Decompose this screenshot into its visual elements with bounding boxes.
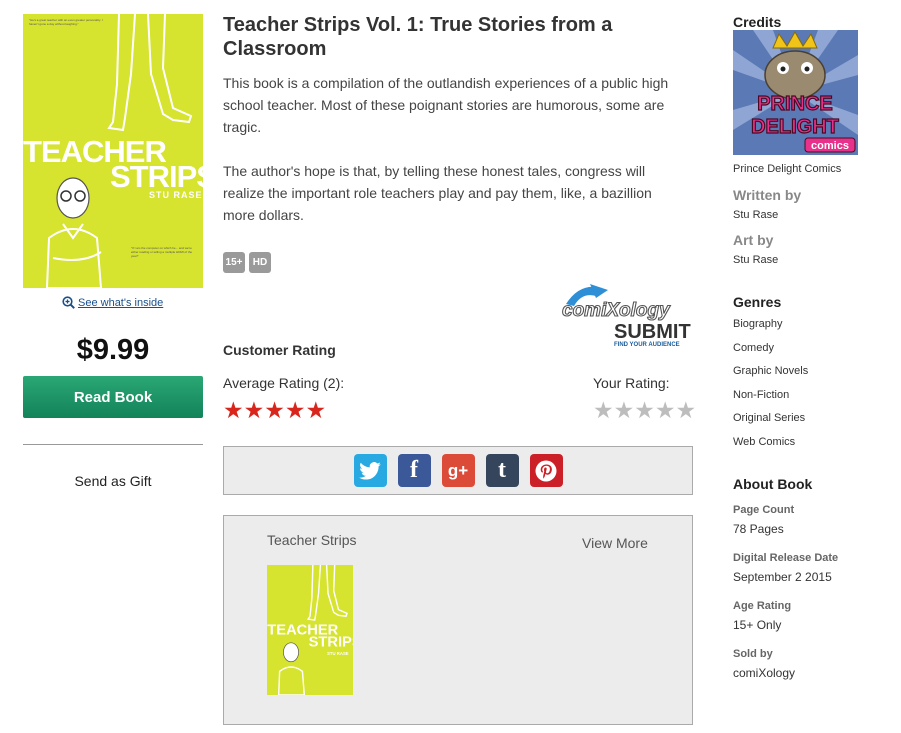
star-icon: ★ [284, 397, 306, 423]
genre-link[interactable]: Original Series [733, 412, 805, 424]
submit-tagline: FIND YOUR AUDIENCE [614, 342, 680, 348]
facebook-icon[interactable]: f [397, 454, 431, 487]
genres-heading: Genres [733, 294, 782, 310]
page-count-value: 78 Pages [733, 522, 784, 536]
view-more-link[interactable]: View More [582, 535, 648, 551]
written-by-label: Written by [733, 187, 802, 203]
cover-teacher-illustration [45, 177, 103, 288]
page-count-label: Page Count [733, 504, 795, 516]
cover-quote-bottom: "If I am the computer on which he... and… [131, 246, 193, 258]
book-description: This book is a compilation of the outlan… [223, 72, 683, 226]
google-plus-icon[interactable]: g+ [441, 454, 475, 487]
your-rating-label: Your Rating: [593, 375, 670, 391]
read-book-button[interactable]: Read Book [23, 376, 203, 418]
star-icon: ★ [243, 397, 265, 423]
badges: 15+ HD [223, 252, 271, 273]
see-whats-inside-label: See what's inside [78, 296, 164, 309]
star-icon: ★ [305, 397, 327, 423]
average-rating-label: Average Rating (2): [223, 375, 345, 391]
book-cover[interactable]: "He's a great teacher with an even great… [23, 14, 203, 288]
genre-link[interactable]: Comedy [733, 342, 774, 354]
hd-badge: HD [249, 252, 271, 273]
description-paragraph: This book is a compilation of the outlan… [223, 75, 669, 135]
genre-link[interactable]: Graphic Novels [733, 365, 808, 377]
genre-link[interactable]: Web Comics [733, 436, 795, 448]
series-name: Teacher Strips [267, 532, 357, 548]
star-icon[interactable]: ★ [655, 399, 676, 422]
star-icon[interactable]: ★ [593, 399, 614, 422]
price: $9.99 [76, 334, 150, 366]
pinterest-icon[interactable] [529, 454, 563, 487]
publisher-logo-line2: DELIGHT [751, 116, 839, 138]
artist-link[interactable]: Stu Rase [733, 254, 778, 266]
submit-wordmark: SUBMIT [614, 321, 691, 343]
genre-link[interactable]: Non-Fiction [733, 389, 789, 401]
divider [23, 444, 203, 445]
publisher-logo-line1: PRINCE [757, 93, 833, 115]
customer-rating-heading: Customer Rating [223, 342, 336, 358]
description-paragraph: The author's hope is that, by telling th… [223, 163, 652, 223]
thumbnail-cover-art: TEACHER STRIPS STU RASE [267, 565, 353, 695]
star-icon[interactable]: ★ [676, 399, 697, 422]
age-badge: 15+ [223, 252, 245, 273]
series-thumbnail[interactable]: TEACHER STRIPS STU RASE [267, 565, 353, 695]
publisher-logo-line3: comics [811, 140, 849, 152]
series-panel: Teacher Strips View More TEACHER STRIP S … [223, 515, 693, 725]
star-icon[interactable]: ★ [634, 399, 655, 422]
tumblr-icon[interactable]: t [485, 454, 519, 487]
book-title: Teacher Strips Vol. 1: True Stories from… [223, 14, 613, 60]
release-date-value: September 2 2015 [733, 570, 832, 584]
age-rating-value: 15+ Only [733, 618, 782, 632]
send-as-gift-link[interactable]: Send as Gift [23, 473, 203, 489]
thumbnail-title-line2: STRIPS [309, 635, 353, 651]
see-whats-inside-link[interactable]: See what's inside [62, 296, 163, 309]
genre-link[interactable]: Biography [733, 318, 783, 330]
thumbnail-author: STU RASE [327, 651, 349, 656]
release-date-label: Digital Release Date [733, 552, 839, 564]
cover-legs-illustration [107, 14, 193, 132]
star-icon: ★ [223, 397, 244, 423]
sold-by-label: Sold by [733, 648, 773, 660]
about-book-heading: About Book [733, 476, 813, 492]
twitter-icon[interactable] [353, 454, 387, 487]
writer-link[interactable]: Stu Rase [733, 209, 778, 221]
magnifier-plus-icon [62, 296, 75, 309]
sold-by-value: comiXology [733, 666, 796, 680]
your-rating-stars[interactable]: ★ ★ ★ ★ ★ [593, 399, 696, 422]
publisher-link[interactable]: Prince Delight Comics [733, 163, 841, 175]
comixology-wordmark: comiXology [562, 300, 671, 321]
publisher-logo[interactable]: PRINCE DELIGHT comics [733, 30, 858, 155]
credits-heading: Credits [733, 14, 782, 30]
art-by-label: Art by [733, 232, 774, 248]
average-rating-stars: ★ ★ ★ ★ ★ [223, 399, 326, 422]
share-bar: f g+ t [223, 446, 693, 495]
star-icon[interactable]: ★ [614, 399, 635, 422]
star-icon: ★ [264, 397, 285, 423]
age-rating-label: Age Rating [733, 600, 792, 612]
comixology-submit-logo[interactable]: comiXology SUBMIT FIND YOUR AUDIENCE [560, 282, 692, 348]
